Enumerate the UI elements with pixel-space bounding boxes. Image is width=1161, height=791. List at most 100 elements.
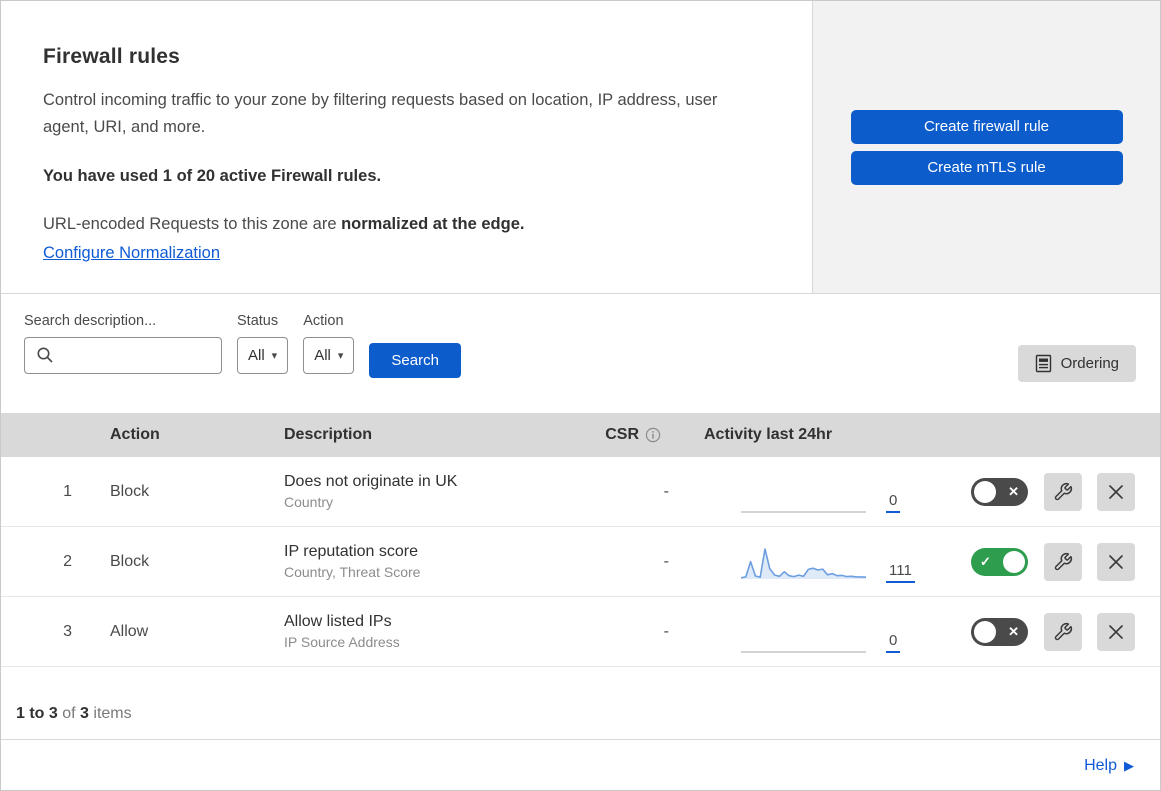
info-icon[interactable] — [645, 427, 661, 443]
rule-description: IP reputation score — [284, 543, 419, 560]
action-filter-group: Action All ▾ — [303, 313, 355, 374]
csr-column-header: CSR — [601, 426, 701, 444]
activity-count-link[interactable]: 0 — [886, 633, 901, 653]
rule-enabled-toggle[interactable]: ✓ — [971, 547, 1028, 576]
help-link[interactable]: Help ▶ — [1084, 757, 1134, 775]
wrench-icon — [1054, 482, 1073, 500]
toggle-knob — [974, 480, 996, 503]
close-icon — [1109, 554, 1123, 569]
ordering-button-label: Ordering — [1060, 355, 1119, 372]
configure-normalization-link[interactable]: Configure Normalization — [43, 244, 220, 263]
edit-rule-button[interactable] — [1044, 542, 1082, 581]
chevron-down-icon: ▾ — [337, 350, 344, 362]
ordering-button[interactable]: Ordering — [1017, 345, 1136, 382]
rule-activity-cell: 0 — [701, 597, 931, 666]
help-bar: Help ▶ — [1, 740, 1160, 790]
rule-controls: ✓ — [931, 527, 1160, 596]
x-icon: ✕ — [1008, 623, 1019, 639]
status-filter-group: Status All ▾ — [237, 313, 289, 374]
rule-priority: 2 — [63, 552, 72, 570]
delete-rule-button[interactable] — [1097, 612, 1135, 651]
rule-csr: - — [663, 482, 669, 500]
wrench-icon — [1054, 552, 1073, 570]
rule-activity-cell: 111 — [701, 527, 931, 596]
rule-enabled-toggle[interactable]: ✕ — [971, 617, 1028, 646]
search-button[interactable]: Search — [369, 343, 461, 378]
normalization-notice: URL-encoded Requests to this zone are no… — [43, 215, 772, 234]
check-icon: ✓ — [980, 553, 991, 569]
rule-controls: ✕ — [931, 457, 1160, 526]
pagination-items: items — [93, 705, 132, 722]
table-header: Action Description CSR Activity last 24h… — [1, 413, 1160, 457]
rule-description-cell: Does not originate in UK Country — [284, 457, 601, 526]
ordered-list-icon — [1035, 354, 1052, 373]
rule-csr: - — [663, 552, 669, 570]
page-header: Firewall rules Control incoming traffic … — [1, 1, 1160, 294]
rule-csr: - — [663, 622, 669, 640]
table-row: 3 Allow Allow listed IPs IP Source Addre… — [1, 597, 1160, 667]
search-icon — [36, 346, 54, 364]
activity-sparkline-empty — [741, 511, 866, 513]
x-icon: ✕ — [1008, 483, 1019, 499]
search-label: Search description... — [24, 313, 157, 329]
action-selected-value: All — [314, 347, 331, 364]
normalization-prefix: URL-encoded Requests to this zone are — [43, 215, 342, 234]
status-select[interactable]: All ▾ — [237, 337, 289, 374]
edit-rule-button[interactable] — [1044, 612, 1082, 651]
toggle-knob — [974, 620, 996, 643]
firewall-rules-page: Firewall rules Control incoming traffic … — [0, 0, 1161, 791]
pagination-of: of — [62, 705, 76, 722]
close-icon — [1109, 624, 1123, 639]
rule-priority: 3 — [63, 622, 72, 640]
pagination-total: 3 — [80, 705, 89, 722]
status-label: Status — [237, 313, 279, 329]
rule-fields: Country, Threat Score — [284, 564, 421, 580]
close-icon — [1109, 484, 1123, 499]
description-column-header: Description — [284, 426, 373, 443]
header-text-block: Firewall rules Control incoming traffic … — [1, 1, 812, 293]
rule-controls: ✕ — [931, 597, 1160, 666]
activity-count-link[interactable]: 0 — [886, 493, 901, 513]
chevron-down-icon: ▾ — [271, 350, 278, 362]
pagination-summary: 1 to 3 of 3 items — [1, 667, 1160, 740]
delete-rule-button[interactable] — [1097, 542, 1135, 581]
activity-column-header: Activity last 24hr — [704, 426, 833, 443]
table-row: 2 Block IP reputation score Country, Thr… — [1, 527, 1160, 597]
activity-count-link[interactable]: 111 — [886, 563, 915, 583]
rule-action: Block — [110, 552, 150, 570]
action-column-header: Action — [110, 426, 160, 443]
header-actions-panel: Create firewall rule Create mTLS rule — [812, 1, 1160, 293]
delete-rule-button[interactable] — [1097, 472, 1135, 511]
rule-action: Block — [110, 482, 150, 500]
normalization-bold: normalized at the edge. — [341, 215, 525, 234]
usage-notice: You have used 1 of 20 active Firewall ru… — [43, 167, 382, 186]
rule-priority: 1 — [63, 482, 72, 500]
help-link-label: Help — [1084, 756, 1117, 774]
rule-description: Does not originate in UK — [284, 473, 458, 490]
page-description: Control incoming traffic to your zone by… — [43, 91, 718, 136]
search-group: Search description... — [24, 313, 222, 374]
wrench-icon — [1054, 622, 1073, 640]
edit-rule-button[interactable] — [1044, 472, 1082, 511]
table-row: 1 Block Does not originate in UK Country… — [1, 457, 1160, 527]
toggle-knob — [1003, 550, 1025, 573]
rule-description-cell: Allow listed IPs IP Source Address — [284, 597, 601, 666]
create-mtls-rule-button[interactable]: Create mTLS rule — [850, 150, 1123, 185]
page-title: Firewall rules — [43, 45, 181, 68]
status-selected-value: All — [248, 347, 265, 364]
activity-sparkline-empty — [741, 651, 866, 653]
arrow-right-icon: ▶ — [1124, 757, 1134, 773]
csr-header-label: CSR — [605, 426, 639, 443]
filter-bar: Search description... Status All ▾ Actio… — [1, 294, 1160, 413]
rule-enabled-toggle[interactable]: ✕ — [971, 477, 1028, 506]
rule-action: Allow — [110, 622, 149, 640]
rule-fields: Country — [284, 494, 334, 510]
action-label: Action — [303, 313, 344, 329]
create-firewall-rule-button[interactable]: Create firewall rule — [850, 109, 1123, 144]
activity-sparkline — [741, 545, 866, 583]
rule-activity-cell: 0 — [701, 457, 931, 526]
pagination-range: 1 to 3 — [16, 705, 58, 722]
action-select[interactable]: All ▾ — [303, 337, 355, 374]
rule-description-cell: IP reputation score Country, Threat Scor… — [284, 527, 601, 596]
rule-description: Allow listed IPs — [284, 613, 392, 630]
